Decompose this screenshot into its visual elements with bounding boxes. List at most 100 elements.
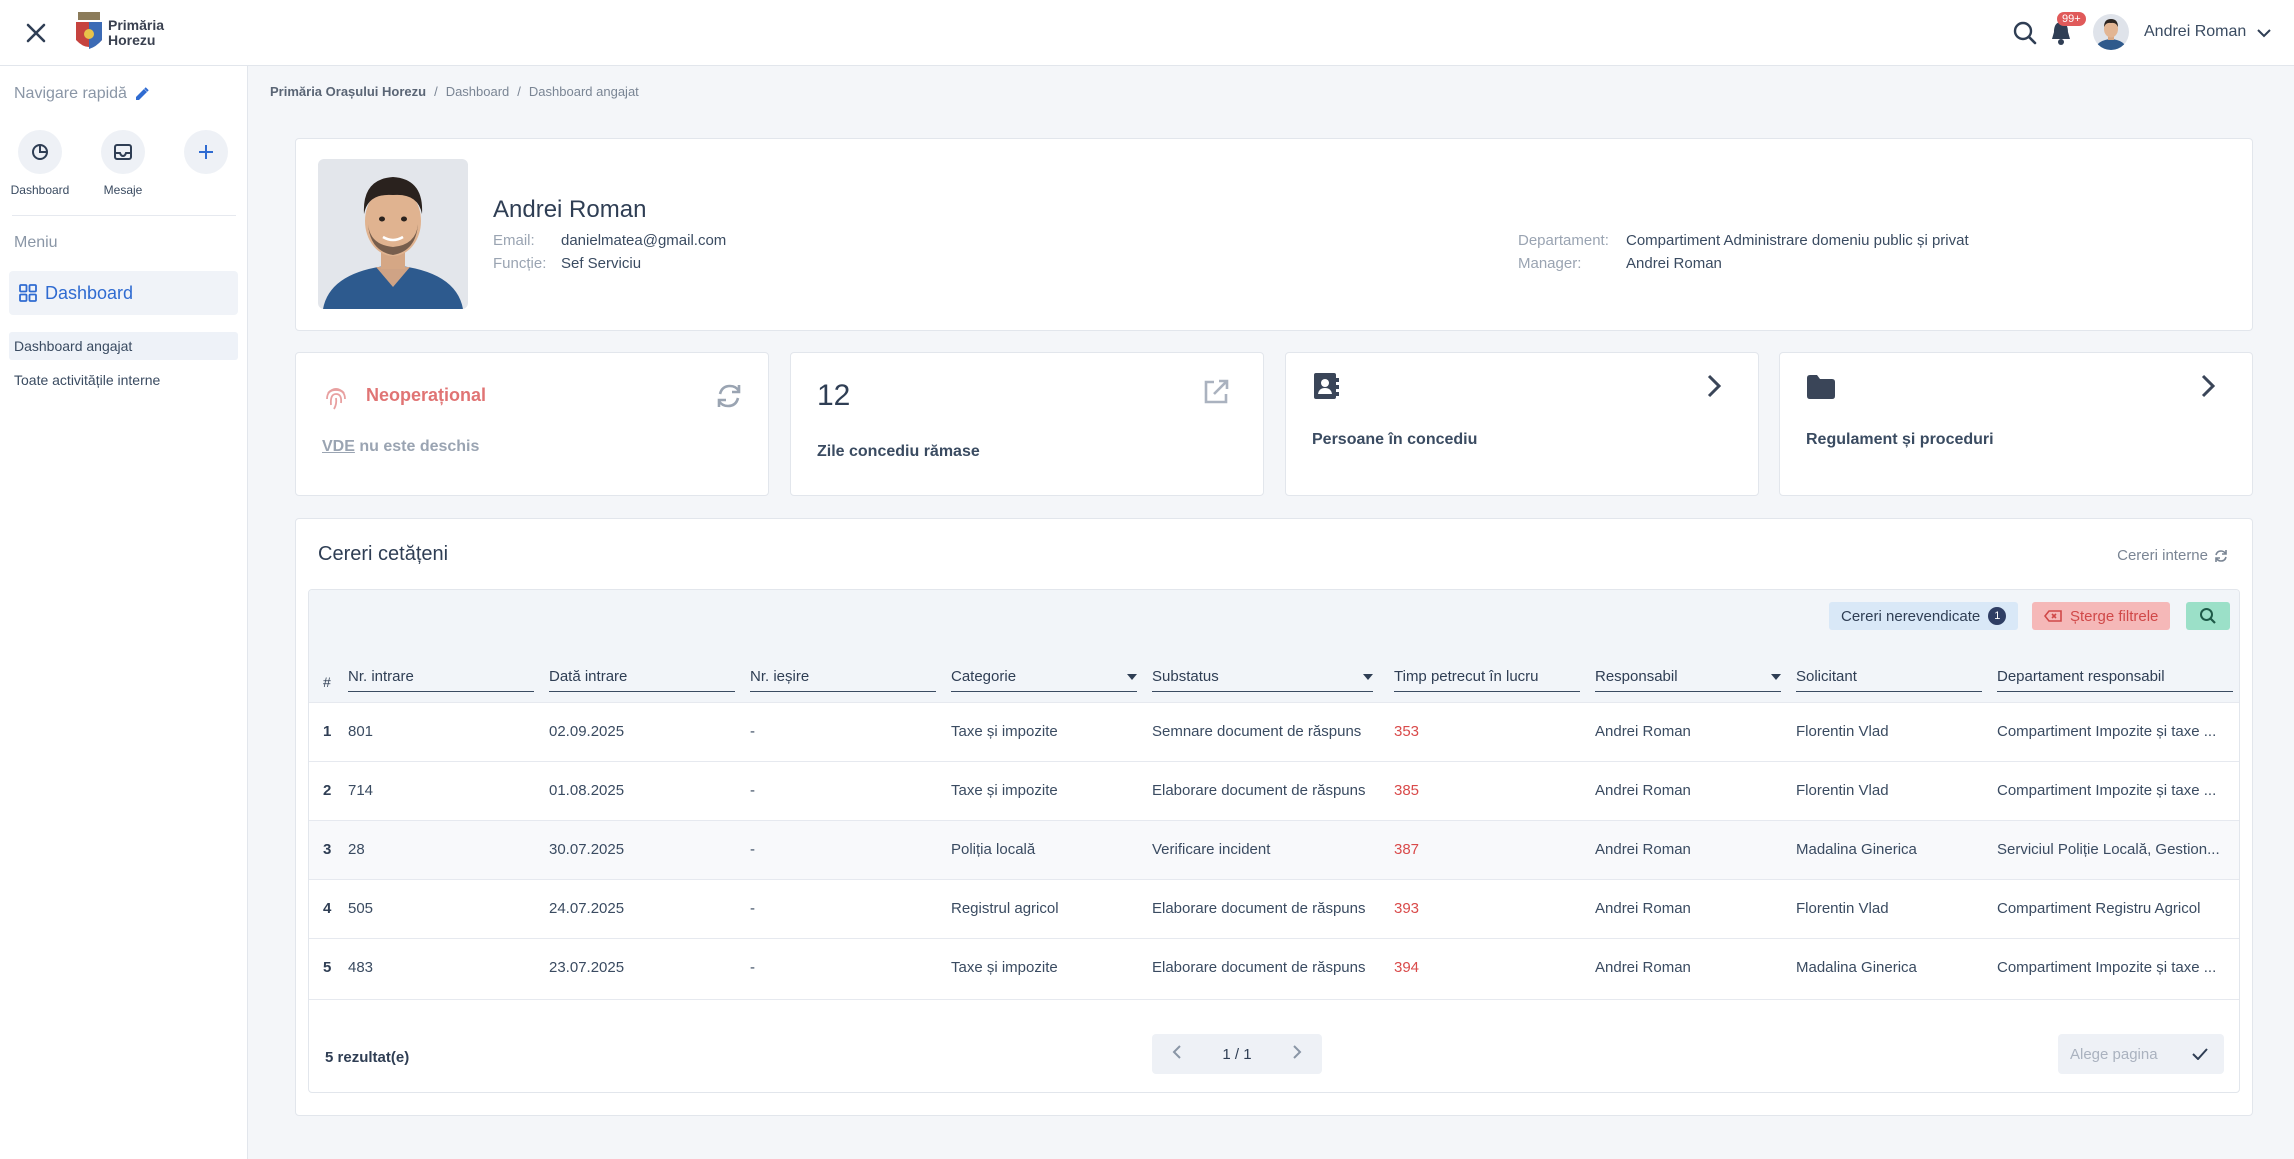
chevron-down-icon[interactable] — [2256, 26, 2272, 44]
menu-title: Meniu — [14, 234, 58, 251]
cell-exit-number: - — [750, 782, 755, 799]
page-select[interactable]: Alege pagina — [2058, 1034, 2224, 1074]
profile-function-row: Funcție: Sef Serviciu — [493, 255, 641, 272]
column-entry-number[interactable]: Nr. intrare — [348, 668, 534, 692]
cell-applicant: Florentin Vlad — [1796, 900, 1889, 917]
cell-entry-date: 02.09.2025 — [549, 723, 625, 740]
quick-dashboard-button[interactable]: Dashboard — [5, 130, 75, 197]
grid-icon — [19, 284, 37, 302]
search-icon[interactable] — [2012, 20, 2038, 51]
column-entry-date[interactable]: Dată intrare — [549, 668, 735, 692]
column-applicant[interactable]: Solicitant — [1796, 668, 1982, 692]
quick-add-button[interactable] — [171, 130, 241, 174]
caret-down-icon[interactable] — [1127, 674, 1137, 680]
clear-filters-label: Șterge filtrele — [2070, 607, 2159, 625]
contact-book-icon — [1314, 373, 1339, 399]
chevron-right-icon[interactable] — [1292, 1045, 1302, 1063]
column-exit-number[interactable]: Nr. ieșire — [750, 668, 936, 692]
sidebar-divider — [12, 215, 236, 216]
people-on-leave-card[interactable]: Persoane în concediu — [1285, 352, 1759, 496]
column-responsible[interactable]: Responsabil — [1595, 668, 1781, 692]
cell-responsible-department: Compartiment Impozite și taxe ... — [1997, 959, 2217, 976]
manager-value: Andrei Roman — [1626, 255, 1722, 272]
breadcrumb-item[interactable]: Primăria Orașului Horezu — [270, 84, 426, 99]
profile-card: Andrei Roman Email: danielmatea@gmail.co… — [295, 138, 2253, 331]
chevron-right-icon — [2201, 374, 2216, 398]
cell-entry-number: 505 — [348, 900, 374, 917]
caret-down-icon[interactable] — [1363, 674, 1373, 680]
cell-time-spent: 393 — [1394, 900, 1420, 917]
cell-index: 5 — [323, 959, 332, 976]
sidebar-item-dashboard[interactable]: Dashboard — [9, 271, 238, 315]
cell-applicant: Florentin Vlad — [1796, 782, 1889, 799]
fingerprint-icon — [326, 388, 346, 410]
check-icon[interactable] — [2192, 1048, 2208, 1060]
leave-days-label: Zile concediu rămase — [817, 443, 980, 460]
external-link-icon[interactable] — [1201, 377, 1231, 407]
email-label: Email: — [493, 232, 535, 249]
sidebar-item-dashboard-angajat[interactable]: Dashboard angajat — [9, 332, 238, 360]
people-on-leave-label: Persoane în concediu — [1312, 431, 1478, 448]
table-row[interactable]: 5 483 23.07.2025 - Taxe și impozite Elaborare… — [309, 938, 2239, 997]
close-icon[interactable] — [22, 19, 50, 47]
pie-chart-icon — [32, 144, 48, 160]
table-row[interactable]: 1 801 02.09.2025 - Taxe și impozite Semnare d… — [309, 702, 2239, 761]
cell-exit-number: - — [750, 959, 755, 976]
cell-exit-number: - — [750, 900, 755, 917]
cell-index: 2 — [323, 782, 332, 799]
pencil-icon[interactable] — [135, 87, 149, 101]
profile-department-row: Departament: Compartiment Administrare d… — [1518, 232, 1969, 249]
cell-applicant: Madalina Ginerica — [1796, 959, 1917, 976]
cell-index: 4 — [323, 900, 332, 917]
cell-responsible: Andrei Roman — [1595, 959, 1691, 976]
profile-name: Andrei Roman — [493, 196, 647, 223]
refresh-icon[interactable] — [714, 381, 744, 411]
quick-nav-label: Navigare rapidă — [14, 85, 127, 102]
cell-responsible-department: Serviciul Poliție Locală, Gestion... — [1997, 841, 2220, 858]
clear-filters-button[interactable]: Șterge filtrele — [2032, 602, 2171, 630]
caret-down-icon[interactable] — [1771, 674, 1781, 680]
quick-messages-button[interactable]: Mesaje — [88, 130, 158, 197]
table-row[interactable]: 4 505 24.07.2025 - Registrul agricol Elaborar… — [309, 879, 2239, 938]
cell-category: Taxe și impozite — [951, 959, 1058, 976]
internal-requests-toggle[interactable]: Cereri interne — [2117, 547, 2228, 564]
table-footer-divider — [309, 999, 2239, 1000]
column-responsible-department[interactable]: Departament responsabil — [1997, 668, 2233, 692]
quick-messages-label: Mesaje — [103, 183, 143, 197]
quick-nav-title: Navigare rapidă — [14, 85, 149, 103]
top-bar: Primăria Horezu 99+ Andrei Roman — [0, 0, 2294, 66]
inbox-icon — [114, 144, 132, 160]
cell-applicant: Madalina Ginerica — [1796, 841, 1917, 858]
column-category[interactable]: Categorie — [951, 668, 1137, 692]
plus-icon — [199, 145, 213, 159]
column-substatus[interactable]: Substatus — [1152, 668, 1373, 692]
user-name[interactable]: Andrei Roman — [2144, 23, 2246, 41]
logo-line1: Primăria — [108, 17, 165, 33]
cell-responsible: Andrei Roman — [1595, 841, 1691, 858]
vde-link[interactable]: VDE — [322, 438, 355, 455]
status-subtitle-rest: nu este deschis — [354, 438, 480, 455]
table-search-button[interactable] — [2186, 602, 2230, 630]
table-row[interactable]: 2 714 01.08.2025 - Taxe și impozite Elaborare… — [309, 761, 2239, 820]
cell-responsible: Andrei Roman — [1595, 900, 1691, 917]
cell-entry-number: 28 — [348, 841, 365, 858]
cell-entry-number: 801 — [348, 723, 374, 740]
cell-entry-date: 30.07.2025 — [549, 841, 625, 858]
search-icon — [2200, 608, 2216, 624]
status-title: Neoperațional — [366, 385, 487, 405]
profile-email-row: Email: danielmatea@gmail.com — [493, 232, 726, 249]
chevron-left-icon[interactable] — [1172, 1045, 1182, 1063]
column-time-spent[interactable]: Timp petrecut în lucru — [1394, 668, 1580, 692]
table-row[interactable]: 3 28 30.07.2025 - Poliția locală Verificare i… — [309, 820, 2239, 879]
rules-procedures-card[interactable]: Regulament și proceduri — [1779, 352, 2253, 496]
breadcrumb: Primăria Orașului Horezu / Dashboard / Dashb… — [270, 84, 639, 99]
cell-responsible: Andrei Roman — [1595, 782, 1691, 799]
cell-entry-number: 714 — [348, 782, 374, 799]
logo[interactable]: Primăria Horezu — [74, 12, 164, 54]
sidebar-item-internal-activities[interactable]: Toate activitățile interne — [9, 366, 238, 394]
cell-substatus: Verificare incident — [1152, 841, 1271, 858]
breadcrumb-item[interactable]: Dashboard — [446, 84, 510, 99]
unclaimed-requests-button[interactable]: Cereri nerevendicate 1 — [1829, 602, 2019, 630]
avatar[interactable] — [2093, 14, 2129, 50]
cell-index: 1 — [323, 723, 332, 740]
